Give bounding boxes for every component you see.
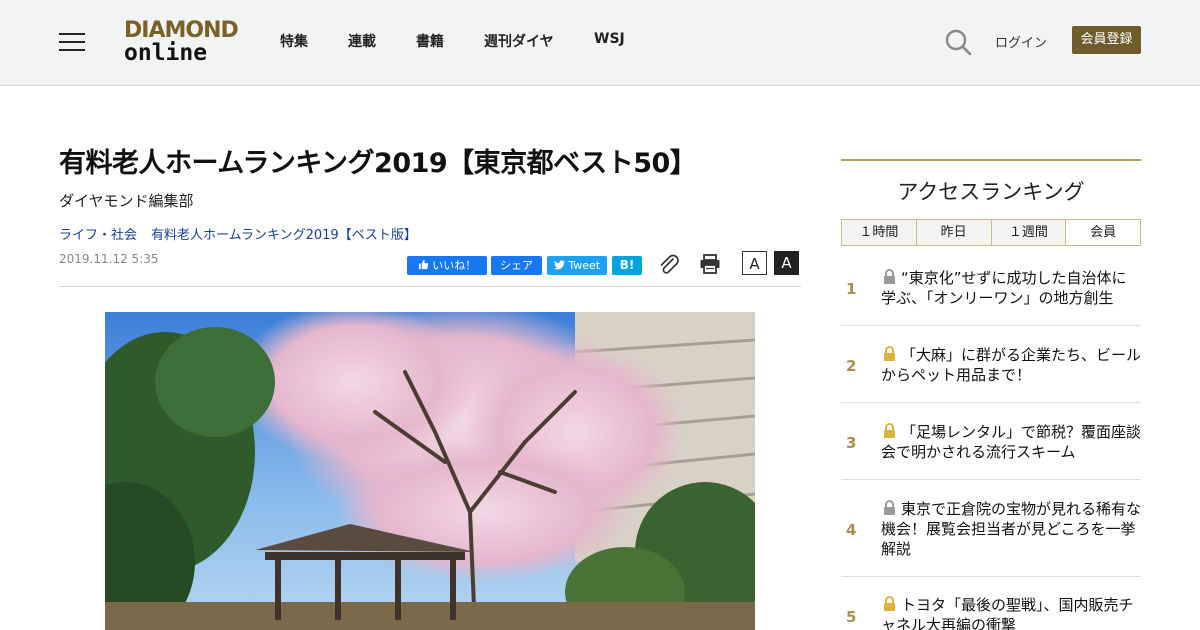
nav-item-weekly[interactable]: 週刊ダイヤ xyxy=(484,31,554,51)
menu-icon[interactable] xyxy=(59,31,85,53)
rank-number: 4 xyxy=(846,521,857,539)
ranking-tabs: １時間 昨日 １週間 会員 xyxy=(841,219,1141,246)
publish-date: 2019.11.12 5:35 xyxy=(59,252,159,266)
twitter-bird-icon xyxy=(553,260,565,270)
ranking-item[interactable]: 2 「大麻」に群がる企業たち、ビールからペット用品まで！ xyxy=(841,326,1141,403)
site-header: DIAMOND online 特集 連載 書籍 週刊ダイヤ WSJ ログイン 会… xyxy=(0,0,1200,86)
rank-number: 3 xyxy=(846,434,857,452)
ranking-title: アクセスランキング xyxy=(897,180,1085,204)
ranking-item-title: “東京化”せずに成功した自治体に学ぶ、「オンリーワン」の地方創生 xyxy=(881,269,1127,307)
font-size-large-button[interactable]: A xyxy=(774,251,799,275)
hatena-bookmark-button[interactable]: B! xyxy=(612,256,642,275)
article-title: 有料老人ホームランキング2019【東京都ベスト50】 xyxy=(59,148,697,179)
tab-1-week[interactable]: １週間 xyxy=(991,220,1067,245)
login-link[interactable]: ログイン xyxy=(995,32,1047,51)
search-icon[interactable] xyxy=(944,28,972,56)
ranking-item[interactable]: 1 “東京化”せずに成功した自治体に学ぶ、「オンリーワン」の地方創生 xyxy=(841,248,1141,326)
tab-yesterday[interactable]: 昨日 xyxy=(916,220,992,245)
tweet-button[interactable]: Tweet xyxy=(547,256,607,275)
nav-item-feature[interactable]: 特集 xyxy=(280,31,308,51)
nav-item-wsj[interactable]: WSJ xyxy=(594,31,625,47)
lock-icon xyxy=(884,269,895,284)
ranking-item-title: 「足場レンタル」で節税？覆面座談会で明かされる流行スキーム xyxy=(881,423,1142,461)
lock-icon xyxy=(884,423,895,438)
font-size-small-button[interactable]: A xyxy=(742,251,767,275)
rank-number: 1 xyxy=(846,280,857,298)
logo-online: online xyxy=(124,40,208,66)
divider xyxy=(59,286,801,287)
ranking-item-title: トヨタ「最後の聖戦」、国内販売チャネル大再編の衝撃 xyxy=(881,596,1134,630)
ranking-item-title: 「大麻」に群がる企業たち、ビールからペット用品まで！ xyxy=(881,346,1142,384)
breadcrumb-series[interactable]: 有料老人ホームランキング2019【ベスト版】 xyxy=(151,224,417,243)
article-author[interactable]: ダイヤモンド編集部 xyxy=(59,190,194,211)
lock-icon xyxy=(884,596,895,611)
sidebar-rule xyxy=(841,159,1141,161)
nav-item-books[interactable]: 書籍 xyxy=(416,31,444,51)
print-icon[interactable] xyxy=(699,253,721,275)
clip-icon[interactable] xyxy=(658,254,682,276)
lock-icon xyxy=(884,346,895,361)
ranking-item[interactable]: 3 「足場レンタル」で節税？覆面座談会で明かされる流行スキーム xyxy=(841,403,1141,480)
hero-image xyxy=(105,312,755,630)
site-logo[interactable]: DIAMOND online xyxy=(124,18,239,66)
nav-item-series[interactable]: 連載 xyxy=(348,31,376,51)
facebook-share-button[interactable]: シェア xyxy=(491,256,542,275)
lock-icon xyxy=(884,500,895,515)
facebook-like-button[interactable]: いいね！ xyxy=(407,256,487,275)
tab-1-hour[interactable]: １時間 xyxy=(842,220,917,245)
register-button[interactable]: 会員登録 xyxy=(1072,26,1141,54)
thumbs-up-icon xyxy=(418,259,428,270)
rank-number: 2 xyxy=(846,357,857,375)
ranking-item[interactable]: 4 東京で正倉院の宝物が見れる稀有な機会！展覧会担当者が見どころを一挙解説 xyxy=(841,480,1141,577)
ranking-item-title: 東京で正倉院の宝物が見れる稀有な機会！展覧会担当者が見どころを一挙解説 xyxy=(881,500,1142,558)
tab-members[interactable]: 会員 xyxy=(1066,220,1140,245)
tweet-label: Tweet xyxy=(568,259,601,272)
facebook-like-label: いいね！ xyxy=(432,259,477,272)
ranking-item[interactable]: 5 トヨタ「最後の聖戦」、国内販売チャネル大再編の衝撃 xyxy=(841,577,1141,630)
rank-number: 5 xyxy=(846,608,857,626)
breadcrumb-category[interactable]: ライフ・社会 xyxy=(59,224,137,243)
